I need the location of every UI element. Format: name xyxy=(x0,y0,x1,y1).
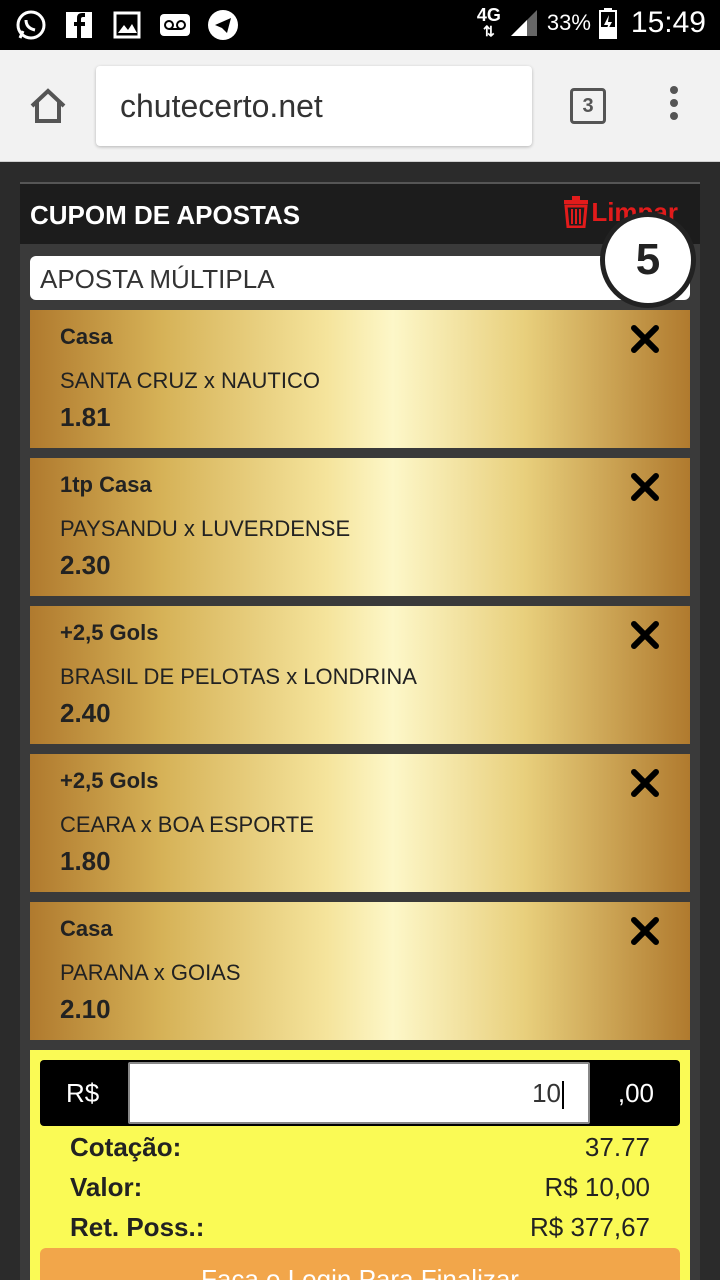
address-bar[interactable]: chutecerto.net xyxy=(96,66,532,146)
status-bar: 4G ⇅ 33% 15:49 xyxy=(0,0,720,50)
remove-bet-icon[interactable] xyxy=(630,916,660,946)
bet-list: Casa SANTA CRUZ x NAUTICO 1.81 1tp Casa … xyxy=(30,310,690,1050)
home-button[interactable] xyxy=(26,84,70,128)
signal-icon xyxy=(510,10,537,36)
remove-bet-icon[interactable] xyxy=(630,620,660,650)
odds-label: Cotação: xyxy=(70,1132,182,1162)
bet-market: +2,5 Gols xyxy=(60,620,159,645)
bet-market: +2,5 Gols xyxy=(60,768,159,793)
menu-dot-icon xyxy=(670,112,678,120)
browser-toolbar: chutecerto.net 3 xyxy=(0,50,720,162)
bet-match: BRASIL DE PELOTAS x LONDRINA xyxy=(60,664,417,689)
bet-market: Casa xyxy=(60,324,113,349)
return-row: Ret. Poss.: R$ 377,67 xyxy=(70,1212,650,1243)
gallery-icon xyxy=(110,8,144,42)
facebook-icon xyxy=(62,8,96,42)
system-status: 4G ⇅ 33% 15:49 xyxy=(477,6,706,40)
battery-charging-icon xyxy=(598,8,617,39)
bet-match: PARANA x GOIAS xyxy=(60,960,241,985)
return-value: R$ 377,67 xyxy=(530,1212,650,1242)
return-label: Ret. Poss.: xyxy=(70,1212,205,1242)
network-indicator: 4G ⇅ xyxy=(476,5,501,39)
whatsapp-icon xyxy=(14,8,48,42)
stake-input[interactable]: 10 xyxy=(128,1062,590,1124)
url-text: chutecerto.net xyxy=(120,88,323,124)
tab-switcher-button[interactable]: 3 xyxy=(570,88,606,124)
bet-item: +2,5 Gols CEARA x BOA ESPORTE 1.80 xyxy=(30,754,690,892)
stake-label: Valor: xyxy=(70,1172,143,1202)
remove-bet-icon[interactable] xyxy=(630,324,660,354)
bet-odd: 1.80 xyxy=(60,846,111,876)
bet-market: 1tp Casa xyxy=(60,472,152,497)
bet-odd: 2.10 xyxy=(60,994,111,1024)
bet-coupon: CUPOM DE APOSTAS Limpar APOSTA MÚLTIPLA … xyxy=(20,182,700,1280)
notification-icons xyxy=(14,8,240,42)
odds-value: 37.77 xyxy=(584,1132,650,1162)
cents-label: ,00 xyxy=(617,1078,654,1108)
bet-odd: 2.40 xyxy=(60,698,111,728)
bet-match: PAYSANDU x LUVERDENSE xyxy=(60,516,351,541)
remove-bet-icon[interactable] xyxy=(630,472,660,502)
clock: 15:49 xyxy=(630,6,706,39)
bet-item: Casa SANTA CRUZ x NAUTICO 1.81 xyxy=(30,310,690,448)
home-icon xyxy=(30,88,66,123)
battery-percent: 33% xyxy=(546,10,591,35)
bet-item: +2,5 Gols BRASIL DE PELOTAS x LONDRINA 2… xyxy=(30,606,690,744)
overflow-menu-button[interactable] xyxy=(668,86,680,126)
remove-bet-icon[interactable] xyxy=(630,768,660,798)
stake-field-group: R$ 10 ,00 xyxy=(40,1060,680,1126)
bet-item: Casa PARANA x GOIAS 2.10 xyxy=(30,902,690,1040)
coupon-title: CUPOM DE APOSTAS xyxy=(30,200,301,230)
bet-summary: R$ 10 ,00 Cotação: 37.77 Valor: R$ 10,00… xyxy=(30,1050,690,1280)
voicemail-icon xyxy=(158,8,192,42)
menu-dot-icon xyxy=(670,99,678,107)
bet-match: SANTA CRUZ x NAUTICO xyxy=(60,368,320,393)
bet-type-select[interactable]: APOSTA MÚLTIPLA xyxy=(30,256,690,300)
telegram-icon xyxy=(206,8,240,42)
stake-value: R$ 10,00 xyxy=(544,1172,650,1202)
stake-row: Valor: R$ 10,00 xyxy=(70,1172,650,1203)
currency-label: R$ xyxy=(66,1078,100,1108)
bet-odd: 2.30 xyxy=(60,550,111,580)
bet-match: CEARA x BOA ESPORTE xyxy=(60,812,314,837)
bet-odd: 1.81 xyxy=(60,402,111,432)
login-to-finish-button[interactable]: Faça o Login Para Finalizar xyxy=(40,1248,680,1280)
menu-dot-icon xyxy=(670,86,678,94)
selection-count-badge: 5 xyxy=(600,212,696,308)
odds-row: Cotação: 37.77 xyxy=(70,1132,650,1163)
trash-icon xyxy=(564,196,589,228)
bet-item: 1tp Casa PAYSANDU x LUVERDENSE 2.30 xyxy=(30,458,690,596)
bet-type-label: APOSTA MÚLTIPLA xyxy=(40,264,275,294)
coupon-header: CUPOM DE APOSTAS Limpar xyxy=(20,182,700,244)
bet-market: Casa xyxy=(60,916,113,941)
